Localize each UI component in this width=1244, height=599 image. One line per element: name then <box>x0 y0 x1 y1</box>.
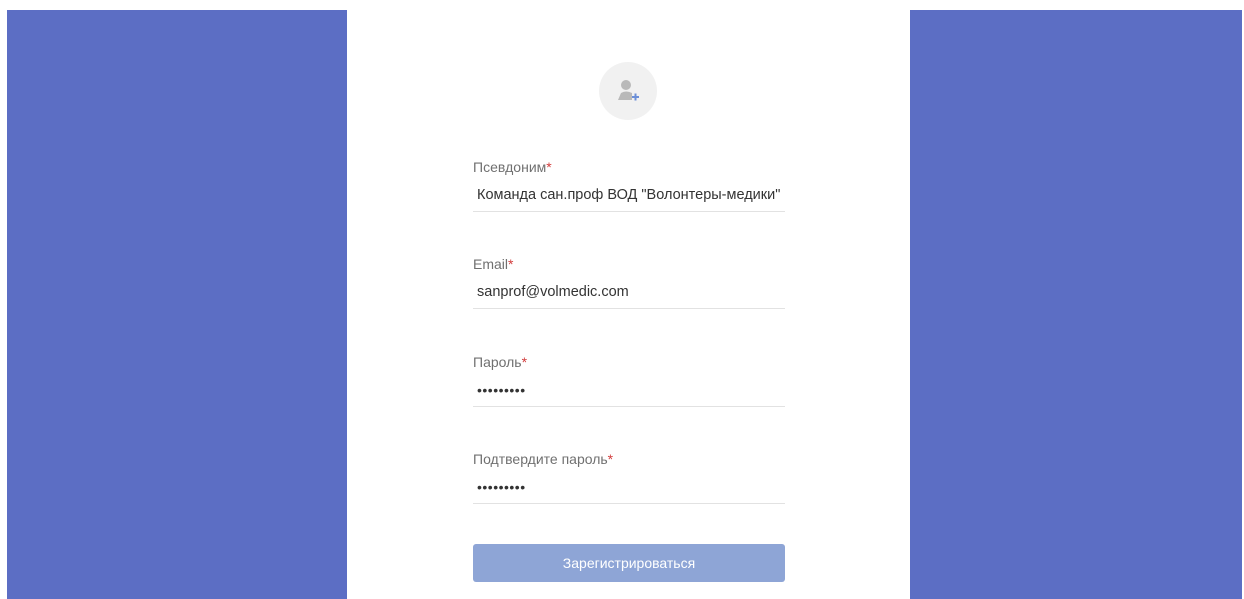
nickname-field: Псевдоним* Команда сан.проф ВОД "Волонте… <box>473 158 785 212</box>
register-button[interactable]: Зарегистрироваться <box>473 544 785 582</box>
email-label: Email* <box>473 256 514 272</box>
registration-page: Псевдоним* Команда сан.проф ВОД "Волонте… <box>0 0 1244 599</box>
required-marker: * <box>546 159 552 175</box>
password-label: Пароль* <box>473 354 528 370</box>
required-marker: * <box>521 354 528 370</box>
nickname-input[interactable]: Команда сан.проф ВОД "Волонтеры-медики" <box>473 184 785 206</box>
nickname-label: Псевдоним* <box>473 159 552 175</box>
confirm-password-label: Подтвердите пароль* <box>473 451 614 467</box>
confirm-password-input[interactable]: ••••••••• <box>473 476 785 498</box>
email-input[interactable]: sanprof@volmedic.com <box>473 281 785 303</box>
confirm-password-underline <box>473 503 785 504</box>
email-field: Email* sanprof@volmedic.com <box>473 255 785 309</box>
confirm-password-field: Подтвердите пароль* ••••••••• <box>473 450 785 504</box>
password-underline <box>473 406 785 407</box>
left-background-panel <box>7 10 347 599</box>
nickname-underline <box>473 211 785 212</box>
required-marker: * <box>607 451 614 467</box>
add-user-icon <box>618 80 639 101</box>
required-marker: * <box>508 256 514 272</box>
registration-form-card: Псевдоним* Команда сан.проф ВОД "Волонте… <box>347 10 910 599</box>
avatar-placeholder[interactable] <box>599 62 657 120</box>
email-underline <box>473 308 785 309</box>
right-background-panel <box>910 10 1242 599</box>
password-input[interactable]: ••••••••• <box>473 379 785 401</box>
password-field: Пароль* ••••••••• <box>473 353 785 407</box>
